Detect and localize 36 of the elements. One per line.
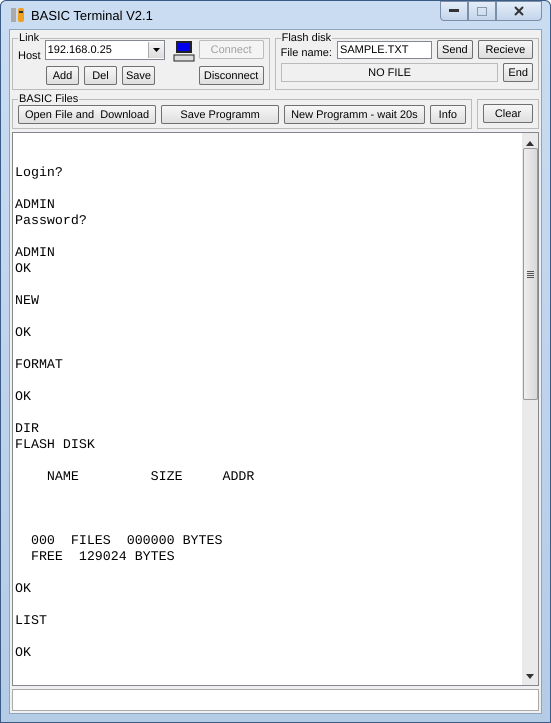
link-button[interactable]: Add	[46, 66, 79, 85]
disconnect-button[interactable]: Disconnect	[198, 66, 264, 85]
clear-button[interactable]: Clear	[483, 104, 533, 123]
group-label: Link	[18, 32, 40, 44]
file-button[interactable]: Info	[430, 105, 466, 124]
link-button[interactable]: Save	[122, 66, 155, 85]
grip-icon	[526, 270, 534, 278]
close-button[interactable]	[496, 1, 542, 21]
scroll-down-icon[interactable]	[526, 674, 534, 679]
host-label: Host	[18, 50, 41, 62]
link-button[interactable]: Del	[84, 66, 117, 85]
file-button[interactable]: Save Programm	[161, 105, 280, 124]
send-button[interactable]: Send	[436, 40, 473, 59]
file-name-label: File name:	[280, 47, 332, 59]
host-combobox[interactable]: 192.168.0.25	[44, 40, 165, 60]
group-label: Flash disk	[280, 32, 332, 44]
status-field: NO FILE	[280, 63, 498, 82]
app-icon	[9, 6, 27, 24]
window-title: BASIC Terminal V2.1	[31, 8, 154, 22]
minimize-button[interactable]	[440, 1, 468, 21]
dropdown-arrow-icon	[152, 48, 160, 52]
receive-button[interactable]: Recieve	[478, 40, 533, 59]
minimize-icon	[449, 9, 459, 13]
file-name-field[interactable]: SAMPLE.TXT	[336, 41, 432, 59]
end-button[interactable]: End	[503, 63, 533, 82]
scrollbar[interactable]	[522, 133, 538, 685]
file-button[interactable]: Open File and Download	[18, 105, 156, 124]
scroll-thumb[interactable]	[522, 148, 538, 400]
close-icon	[514, 6, 524, 16]
file-button[interactable]: New Programm - wait 20s	[284, 105, 425, 124]
computer-icon	[172, 40, 195, 62]
group-label: BASIC Files	[18, 93, 80, 105]
scroll-up-icon[interactable]	[526, 141, 534, 146]
maximize-icon	[477, 6, 487, 16]
terminal-output: Login? ADMIN Password? ADMIN OK NEW OK FORMAT OK DIR FLASH DISK NAME SIZE ADDR 000 FILES 000000 BYTES FREE 129024 BYTES OK LIST OK	[14, 164, 256, 662]
command-field[interactable]	[12, 689, 539, 711]
